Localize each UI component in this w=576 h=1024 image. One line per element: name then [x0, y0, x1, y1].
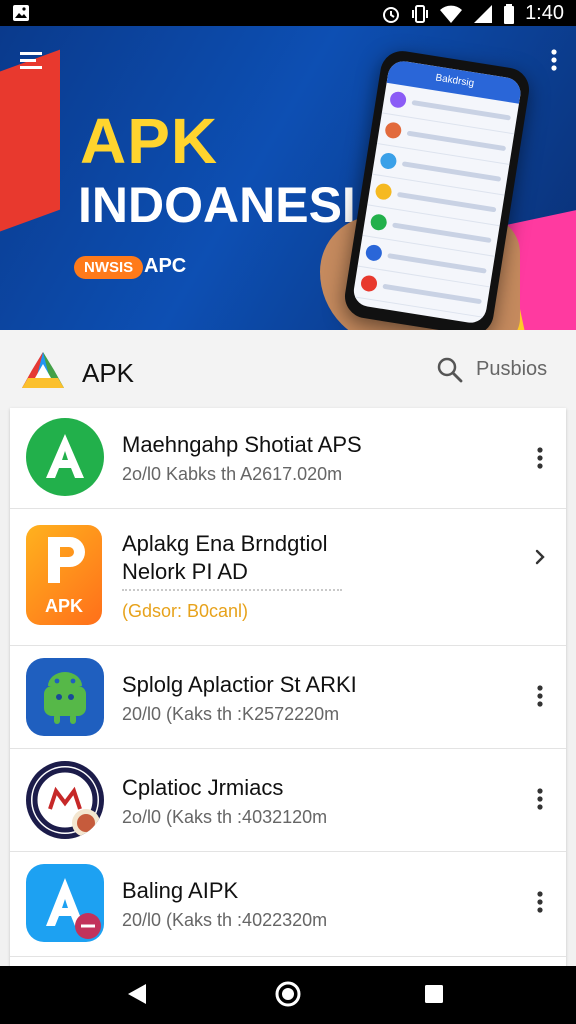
- list-item[interactable]: Maehngahp Shotiat APS 2o/l0 Kabks th A26…: [10, 408, 566, 509]
- banner-badge: NWSIS: [74, 256, 144, 279]
- more-options-icon[interactable]: [532, 890, 548, 914]
- app-name: Cplatioc Jrmiacs: [122, 775, 284, 800]
- page-title: APK: [82, 358, 135, 388]
- image-icon: [13, 5, 29, 21]
- apk-label: APK: [44, 596, 83, 616]
- battery-icon: [504, 3, 515, 24]
- search-label[interactable]: Pusbios: [476, 358, 547, 381]
- app-name-line2: Nelork PI AD: [122, 559, 248, 584]
- app-name: Aplakg Ena Brndgtiol: [122, 531, 328, 556]
- green-a-icon: [26, 418, 104, 496]
- wifi-icon: [440, 5, 463, 23]
- app-meta: 20/l0 (Kaks th :4022320m: [122, 910, 328, 930]
- apk-p-icon: APK: [26, 525, 102, 625]
- apk-logo-icon: [22, 352, 64, 388]
- app-meta: 2o/l0 (Kaks th :4032120m: [122, 807, 328, 827]
- signal-icon: [474, 4, 493, 23]
- status-bar: 1:40: [0, 0, 576, 26]
- app-name: Baling AIPK: [122, 878, 239, 903]
- app-meta-line: [122, 589, 342, 593]
- list-item[interactable]: Baling AIPK 20/l0 (Kaks th :4022320m: [10, 852, 566, 957]
- app-name: Maehngahp Shotiat APS: [122, 432, 362, 457]
- banner-decoration: [0, 49, 60, 243]
- badge-m-icon: [26, 761, 104, 839]
- home-icon[interactable]: [274, 980, 302, 1008]
- blue-a-icon: [26, 864, 104, 942]
- list-item[interactable]: Cplatioc Jrmiacs 2o/l0 (Kaks th :4032120…: [10, 749, 566, 852]
- app-meta: 2o/l0 Kabks th A2617.020m: [122, 464, 343, 484]
- banner-tag: APC: [144, 255, 187, 277]
- more-options-icon[interactable]: [532, 787, 548, 811]
- chevron-right-icon[interactable]: [532, 545, 548, 569]
- hero-banner: APK INDOANESIA NWSIS APC Bakdrsig: [0, 26, 576, 330]
- more-options-icon[interactable]: [532, 446, 548, 470]
- app-list: Maehngahp Shotiat APS 2o/l0 Kabks th A26…: [10, 408, 566, 968]
- more-vert-icon[interactable]: [550, 48, 558, 72]
- app-name: Splolg Aplactior St ARKI: [122, 672, 357, 697]
- search-icon[interactable]: [436, 356, 464, 384]
- system-nav-bar: [0, 966, 576, 1024]
- vibrate-icon: [412, 4, 429, 23]
- banner-title: APK: [80, 105, 219, 177]
- list-item[interactable]: Splolg Aplactior St ARKI 20/l0 (Kaks th …: [10, 646, 566, 749]
- recents-icon[interactable]: [424, 984, 444, 1004]
- alarm-icon: [383, 6, 400, 23]
- app-status: (Gdsor: B0canl): [122, 601, 249, 621]
- list-item[interactable]: APK Aplakg Ena Brndgtiol Nelork PI AD (G…: [10, 509, 566, 646]
- hamburger-menu-icon[interactable]: [20, 50, 46, 70]
- android-icon: [26, 658, 104, 736]
- phone-screen: Bakdrsig: [351, 59, 523, 325]
- more-options-icon[interactable]: [532, 684, 548, 708]
- clock: 1:40: [525, 2, 564, 24]
- app-meta: 20/l0 (Kaks th :K2572220m: [122, 704, 340, 724]
- app-header: APK Pusbios: [0, 330, 576, 410]
- back-icon[interactable]: [126, 982, 148, 1006]
